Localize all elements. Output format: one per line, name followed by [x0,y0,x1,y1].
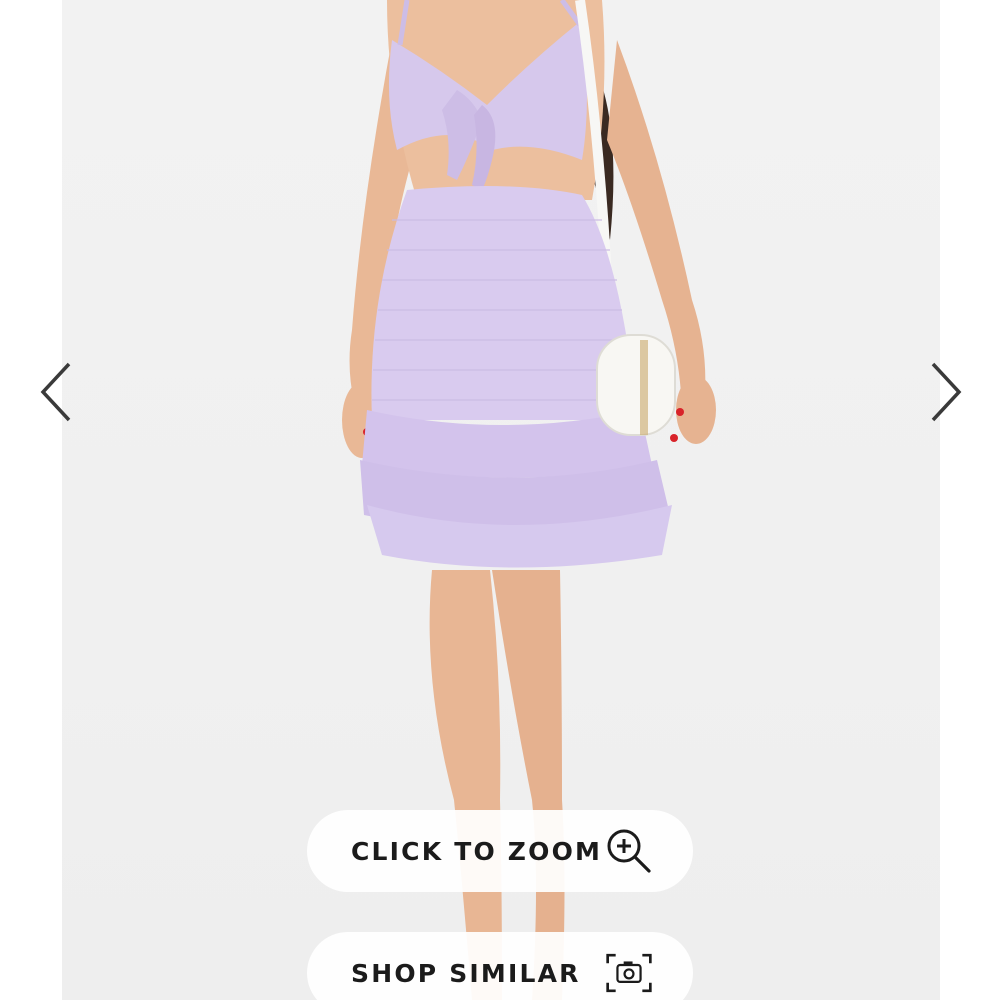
zoom-in-icon [605,827,653,875]
shop-similar-button[interactable]: SHOP SIMILAR [307,932,693,1000]
next-image-button[interactable] [922,355,972,429]
previous-image-button[interactable] [30,355,80,429]
chevron-right-icon [931,362,962,422]
click-to-zoom-label: CLICK TO ZOOM [351,836,603,866]
click-to-zoom-button[interactable]: CLICK TO ZOOM [307,810,693,892]
camera-icon [605,949,653,997]
shop-similar-label: SHOP SIMILAR [351,958,581,988]
product-image-viewer: CLICK TO ZOOM SHOP SIMILAR [0,0,1000,1000]
chevron-left-icon [40,362,71,422]
